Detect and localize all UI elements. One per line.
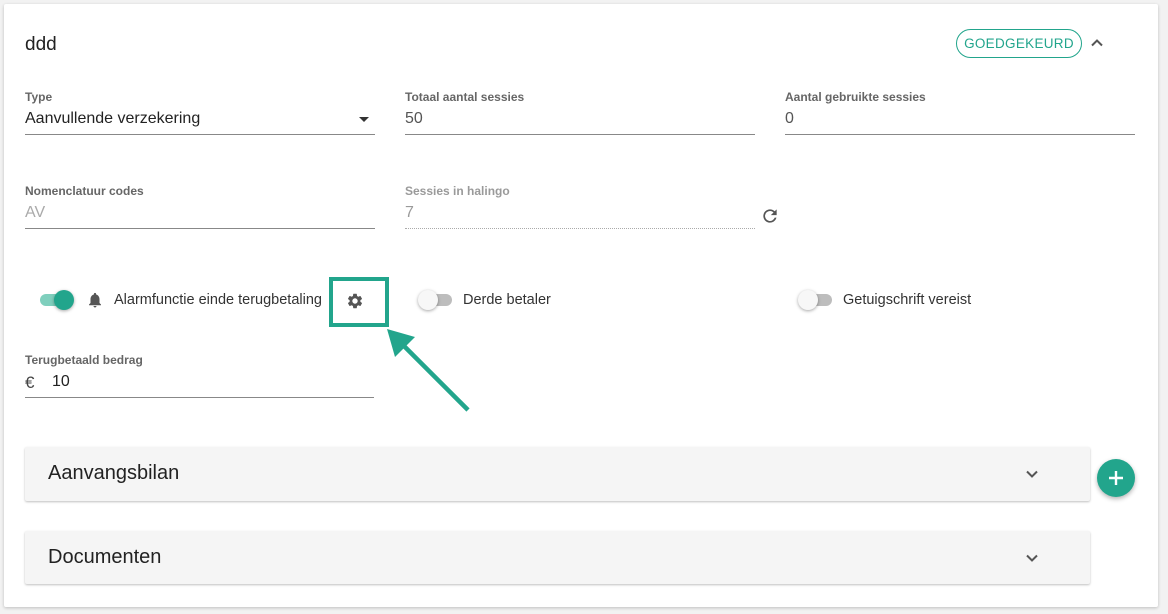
nomenclature-label: Nomenclatuur codes [25,184,144,198]
used-sessions-field[interactable]: Aantal gebruikte sessies 0 [785,90,1135,136]
used-sessions-underline [785,134,1135,135]
used-sessions-label: Aantal gebruikte sessies [785,90,926,104]
third-party-toggle[interactable] [418,290,454,310]
certificate-toggle-knob [798,290,818,310]
type-label: Type [25,90,53,104]
type-select[interactable]: Type Aanvullende verzekering [25,90,375,136]
third-party-toggle-knob [418,290,438,310]
nomenclature-underline [25,228,375,229]
refund-amount-value: 10 [52,373,70,390]
certificate-toggle-label: Getuigschrift vereist [843,292,972,308]
alarm-toggle[interactable] [38,290,74,310]
sessions-halingo-value: 7 [405,204,414,221]
refund-amount-underline [25,397,374,398]
plus-icon [1109,471,1123,485]
annotation-arrow-icon [387,329,470,412]
alarm-toggle-knob [54,290,74,310]
bell-icon [89,292,101,308]
third-party-toggle-label: Derde betaler [463,292,551,308]
nomenclature-value: AV [25,204,46,221]
refund-amount-field[interactable]: Terugbetaald bedrag € 10 [25,353,374,399]
type-underline [25,134,375,135]
panel-title: Documenten [48,546,162,568]
alarm-toggle-label: Alarmfunctie einde terugbetaling [114,292,322,308]
add-button[interactable] [1097,459,1135,497]
certificate-toggle[interactable] [798,290,834,310]
panel-title: Aanvangsbilan [48,462,180,484]
panel-documenten[interactable]: Documenten [25,531,1090,584]
highlight-box [329,277,389,327]
sessions-halingo-label: Sessies in halingo [405,184,510,198]
chevron-up-icon[interactable] [1090,36,1104,50]
total-sessions-underline [405,134,755,135]
chevron-down-icon [1026,554,1038,562]
refresh-icon[interactable] [760,206,780,226]
status-badge: GOEDGEKEURD [956,29,1082,58]
sessions-halingo-field: Sessies in halingo 7 [405,184,755,230]
currency-symbol: € [25,373,35,392]
total-sessions-field[interactable]: Totaal aantal sessies 50 [405,90,755,136]
total-sessions-value: 50 [405,110,423,127]
chevron-down-icon [1026,470,1038,478]
nomenclature-field[interactable]: Nomenclatuur codes AV [25,184,375,230]
type-value: Aanvullende verzekering [25,110,201,127]
sessions-halingo-underline [405,228,755,229]
used-sessions-value: 0 [785,110,794,127]
card-title: ddd [25,34,57,55]
panel-aanvangsbilan[interactable]: Aanvangsbilan [25,447,1090,501]
insurance-card: ddd GOEDGEKEURD Type Aanvullende verzeke… [4,4,1158,607]
total-sessions-label: Totaal aantal sessies [405,90,525,104]
refund-amount-label: Terugbetaald bedrag [25,353,143,367]
dropdown-arrow-icon [359,117,369,122]
